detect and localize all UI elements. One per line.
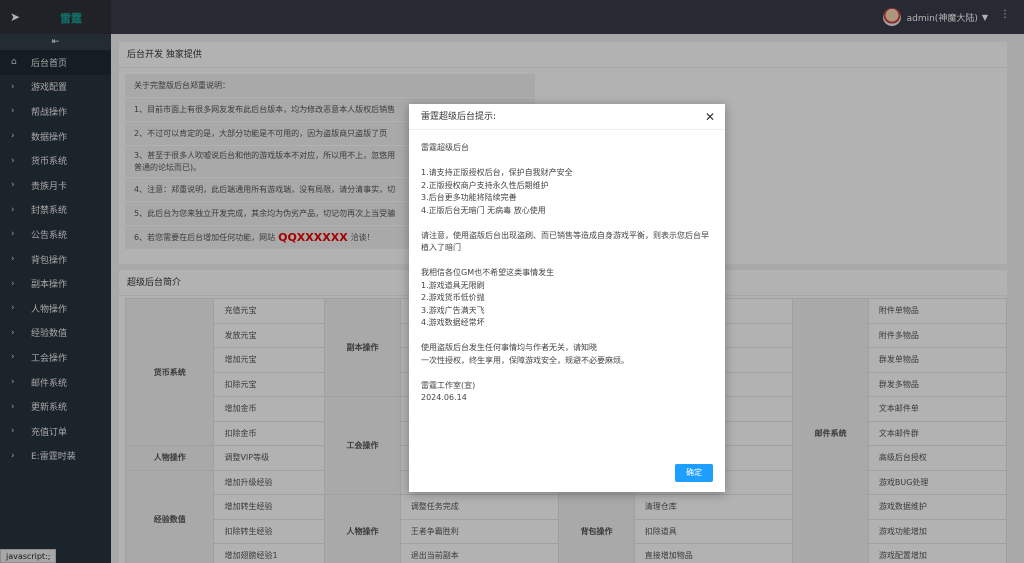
dialog-line: 3.游戏广告满天飞	[421, 305, 485, 315]
dialog-line: 使用盗版后台发生任何事情均与作者无关，请知晓	[421, 343, 597, 352]
dialog-line: 2.正版授权商户支持永久性后期维护	[421, 180, 549, 190]
dialog-line: 2024.06.14	[421, 393, 467, 402]
dialog-body: 雷霆超级后台 1.请支持正版授权后台，保护自我财产安全 2.正版授权商户支持永久性后…	[409, 130, 725, 405]
confirm-button[interactable]: 确定	[675, 464, 713, 482]
dialog-spacer	[421, 217, 713, 230]
dialog-line: 一次性授权，终生享用，保障游戏安全，规避不必要麻烦。	[421, 355, 629, 365]
dialog-spacer	[421, 330, 713, 343]
dialog-spacer	[421, 367, 713, 380]
dialog-line: 3.后台更多功能将陆续完善	[421, 193, 517, 202]
dialog-spacer	[421, 155, 713, 168]
dialog-title: 雷霆超级后台提示:	[409, 104, 725, 130]
dialog-line: 我相信各位GM也不希望这类事情发生	[421, 268, 555, 277]
dialog-line: 雷霆超级后台	[421, 143, 469, 152]
close-icon[interactable]: ✕	[705, 110, 715, 124]
dialog-line: 雷霆工作室(宣)	[421, 380, 476, 390]
dialog-line: 4.游戏数据经常坏	[421, 318, 485, 327]
dialog-line: 1.游戏道具无限刷	[421, 280, 485, 290]
dialog-spacer	[421, 255, 713, 268]
dialog-line: 4.正版后台无暗门 无病毒 放心使用	[421, 205, 546, 215]
notice-dialog: 雷霆超级后台提示: ✕ 雷霆超级后台 1.请支持正版授权后台，保护自我财产安全 2.…	[409, 104, 725, 492]
dialog-line: 1.请支持正版授权后台，保护自我财产安全	[421, 168, 573, 177]
dialog-line: 2.游戏货币低价抛	[421, 293, 485, 302]
dialog-line: 请注意，使用盗版后台出现盗刷、而已销售等造成自身游戏平衡，则表示您后台早植入了暗…	[421, 230, 709, 253]
